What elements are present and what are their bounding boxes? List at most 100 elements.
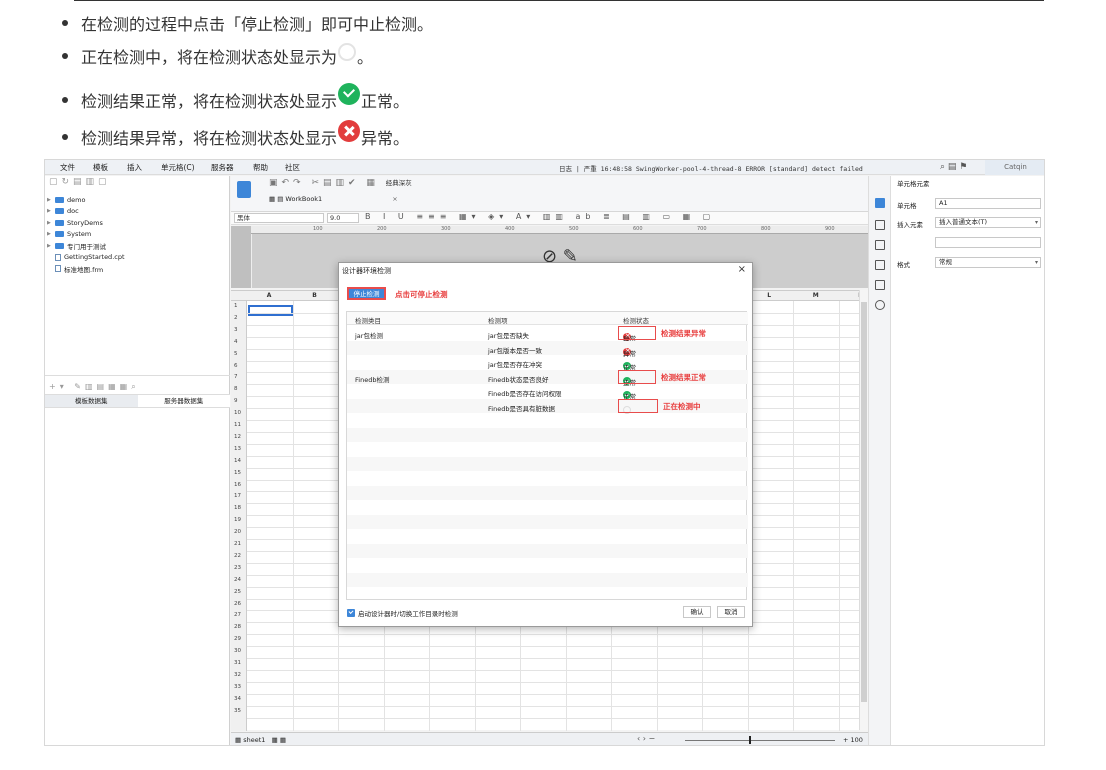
cell-field[interactable]: A1 <box>935 198 1041 209</box>
condition-icon[interactable] <box>875 280 885 290</box>
menu-item[interactable]: 插入 <box>127 162 142 173</box>
row-label[interactable]: 15 <box>234 470 247 476</box>
edit-toolbar-icons[interactable]: ▣↶↷ ✂▤▥✔ ▦ 经典深灰 <box>269 177 412 188</box>
menu-item[interactable]: 社区 <box>285 162 300 173</box>
sheet-tab[interactable]: ▦ sheet1 ▦ ▦ <box>235 736 286 744</box>
row-label[interactable]: 25 <box>234 589 247 595</box>
row-label[interactable]: 35 <box>234 708 247 714</box>
format-icons[interactable]: B I U ≡≡≡ ▦▾ ◈▾ A▾ ▥▥ ab ≣ ▤ ▥ ▭ ▦ ▢ <box>365 212 715 221</box>
row-label[interactable]: 18 <box>234 505 247 511</box>
user-name[interactable]: Catqin <box>985 160 1044 175</box>
tree-item[interactable]: ▶ demo <box>47 194 125 206</box>
font-select[interactable]: 黑体 <box>234 213 324 223</box>
row-label[interactable]: 11 <box>234 422 247 428</box>
tab-template-dataset[interactable]: 模板数据集 <box>45 395 138 407</box>
row-label[interactable]: 14 <box>234 458 247 464</box>
selected-cell[interactable] <box>248 305 293 316</box>
column-label[interactable]: A <box>267 292 272 299</box>
row-label[interactable]: 19 <box>234 517 247 523</box>
bullet-item: 在检测的过程中点击「停止检测」即可中止检测。 <box>62 8 433 38</box>
row-label[interactable]: 21 <box>234 541 247 547</box>
cancel-button[interactable]: 取消 <box>717 606 745 618</box>
row-label[interactable]: 32 <box>234 672 247 678</box>
designer-screenshot: 日志 | 严重 16:48:58 SwingWorker-pool-4-thre… <box>44 159 1045 746</box>
dataset-toolbar-icons[interactable]: +▾ ✎▥▤▦▦⌕ <box>49 382 140 392</box>
menu-item[interactable]: 模板 <box>93 162 108 173</box>
menu-item[interactable]: 单元格(C) <box>161 162 195 173</box>
auto-check-checkbox[interactable]: 启动设计器时/切换工作目录时检测 <box>347 608 458 618</box>
checkbox-checked-icon[interactable] <box>347 609 355 617</box>
row-label[interactable]: 8 <box>234 386 247 392</box>
row-label[interactable]: 5 <box>234 351 247 357</box>
row-label[interactable]: 2 <box>234 315 247 321</box>
bullet-text: 在检测的过程中点击「停止检测」即可中止检测。 <box>81 15 434 34</box>
row-label[interactable]: 16 <box>234 482 247 488</box>
zoom-slider-knob[interactable] <box>749 736 751 744</box>
column-label[interactable]: M <box>813 292 819 299</box>
insert-select[interactable]: 插入普通文本(T) ▾ <box>935 217 1041 228</box>
cell-attribute-icon[interactable] <box>875 220 885 230</box>
classic-skin-label[interactable]: 经典深灰 <box>386 179 412 187</box>
row-label[interactable]: 31 <box>234 660 247 666</box>
row-label[interactable]: 17 <box>234 493 247 499</box>
ok-button[interactable]: 确认 <box>683 606 711 618</box>
row-label[interactable]: 10 <box>234 410 247 416</box>
vertical-scrollbar[interactable] <box>859 290 868 730</box>
template-toolbar-icons[interactable]: ▢↻▤▥▢ <box>49 177 111 187</box>
row-label[interactable]: 7 <box>234 374 247 380</box>
zoom-slider[interactable] <box>685 740 835 741</box>
close-icon[interactable]: × <box>738 264 746 275</box>
tree-item[interactable]: ▶ StoryDems <box>47 217 125 229</box>
menu-item[interactable]: 服务器 <box>211 162 234 173</box>
row-label[interactable]: 20 <box>234 529 247 535</box>
tree-item[interactable]: ▶ doc <box>47 206 125 218</box>
chevron-right-icon: ▶ <box>47 242 51 249</box>
tree-item[interactable]: ▶ 专门用于测试 <box>47 240 125 252</box>
font-size-select[interactable]: 9.0 <box>327 213 359 223</box>
nav-arrows[interactable]: ‹ › − <box>637 734 655 743</box>
panel-divider[interactable] <box>45 375 230 379</box>
row-label[interactable]: 22 <box>234 553 247 559</box>
scrollbar-thumb[interactable] <box>861 302 867 702</box>
content-field[interactable] <box>935 237 1041 248</box>
link-icon[interactable] <box>875 300 885 310</box>
row-label[interactable]: 12 <box>234 434 247 440</box>
row-label[interactable]: 24 <box>234 577 247 583</box>
row-label[interactable]: 3 <box>234 327 247 333</box>
row-label[interactable]: 28 <box>234 624 247 630</box>
float-element-icon[interactable] <box>875 240 885 250</box>
column-label[interactable]: L <box>767 292 771 299</box>
row-label[interactable]: 30 <box>234 648 247 654</box>
stop-check-button[interactable]: 停止检测 <box>347 287 386 300</box>
tree-item-label: 专门用于测试 <box>67 242 106 251</box>
row-label[interactable]: 13 <box>234 446 247 452</box>
row-label[interactable]: 34 <box>234 696 247 702</box>
row-label[interactable]: 1 <box>234 303 247 309</box>
workbook-tab[interactable]: ▦ ▤ WorkBook1 × <box>269 195 398 206</box>
tree-item[interactable]: ▶ System <box>47 229 125 241</box>
row-label[interactable]: 33 <box>234 684 247 690</box>
row-label[interactable]: 23 <box>234 565 247 571</box>
row-label[interactable]: 27 <box>234 612 247 618</box>
column-label[interactable]: B <box>312 292 317 299</box>
table-row: jar包检测jar包是否缺失异常检测结果异常 <box>347 326 748 343</box>
widget-icon[interactable] <box>875 260 885 270</box>
row-label[interactable]: 26 <box>234 601 247 607</box>
row-label[interactable]: 29 <box>234 636 247 642</box>
tree-item[interactable]: 标准地图.frm <box>47 263 125 275</box>
row-label[interactable]: 4 <box>234 339 247 345</box>
close-icon[interactable]: × <box>392 195 397 203</box>
tab-server-dataset[interactable]: 服务器数据集 <box>137 395 230 407</box>
template-icon[interactable] <box>237 181 251 198</box>
cell-element-icon[interactable] <box>875 198 885 208</box>
row-label[interactable]: 6 <box>234 363 247 369</box>
format-select[interactable]: 常规 ▾ <box>935 257 1041 268</box>
log-message[interactable]: 日志 | 严重 16:48:58 SwingWorker-pool-4-thre… <box>559 163 863 173</box>
menu-item[interactable]: 帮助 <box>253 162 268 173</box>
ruler-mark: 800 <box>761 226 771 232</box>
search-icon[interactable]: ⌕ ▤ ⚑ <box>940 162 967 172</box>
tree-item[interactable]: GettingStarted.cpt <box>47 252 125 264</box>
menu-item[interactable]: 文件 <box>60 162 75 173</box>
zoom-value[interactable]: + 100 <box>843 736 863 744</box>
row-label[interactable]: 9 <box>234 398 247 404</box>
